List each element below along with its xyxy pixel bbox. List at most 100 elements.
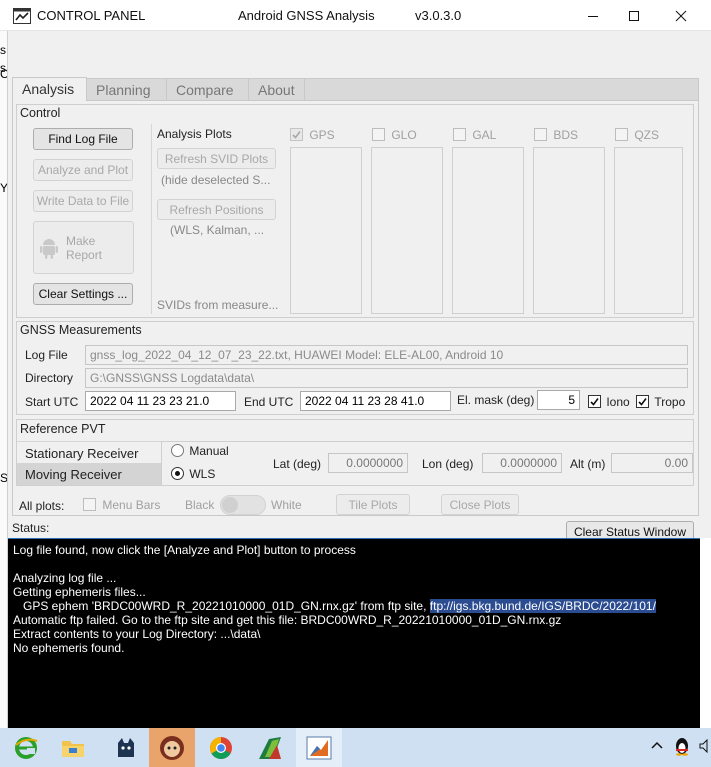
- ie-icon[interactable]: [3, 728, 49, 767]
- tile-plots-button[interactable]: Tile Plots: [336, 494, 410, 515]
- gal-label: GAL: [472, 128, 497, 142]
- gal-svid-list[interactable]: [452, 147, 524, 314]
- bg-text: Y: [0, 181, 8, 195]
- directory-label: Directory: [25, 371, 74, 385]
- menu-bars-checkbox[interactable]: Menu Bars: [83, 498, 160, 514]
- manual-label: Manual: [189, 443, 229, 458]
- write-data-button[interactable]: Write Data to File: [33, 190, 133, 212]
- excel-icon[interactable]: [247, 728, 293, 767]
- gnss-measurements-title: GNSS Measurements: [20, 323, 142, 337]
- qzs-label: QZS: [634, 128, 660, 142]
- lat-label: Lat (deg): [273, 457, 322, 471]
- tab-compare[interactable]: Compare: [166, 78, 249, 100]
- window-title-center: Android GNSS Analysis: [238, 8, 375, 23]
- end-utc-field[interactable]: 2022 04 11 23 28 41.0: [300, 391, 451, 411]
- moving-receiver-tab[interactable]: Moving Receiver: [17, 463, 161, 485]
- manual-radio[interactable]: Manual: [171, 443, 229, 458]
- find-log-file-button[interactable]: Find Log File: [33, 128, 133, 150]
- app-icon: [13, 8, 31, 24]
- chrome-icon[interactable]: [198, 728, 244, 767]
- lon-field[interactable]: 0.0000000: [482, 453, 562, 473]
- control-panel-title: Control: [20, 106, 61, 120]
- tropo-checkbox[interactable]: Tropo: [636, 395, 685, 411]
- gps-check-icon: [290, 128, 303, 141]
- gps-svid-list[interactable]: [290, 147, 362, 314]
- menu-bars-check-icon: [83, 498, 96, 511]
- lat-field[interactable]: 0.0000000: [328, 453, 408, 473]
- iono-checkbox[interactable]: Iono: [588, 395, 630, 411]
- status-line: Extract contents to your Log Directory: …: [13, 627, 261, 641]
- maximize-button[interactable]: [611, 0, 657, 31]
- qzs-checkbox[interactable]: QZS: [615, 128, 659, 144]
- bds-checkbox[interactable]: BDS: [534, 128, 578, 144]
- directory-field[interactable]: G:\GNSS\GNSS Logdata\data\: [85, 368, 688, 388]
- window-title-left: CONTROL PANEL: [37, 8, 146, 23]
- close-button[interactable]: [658, 0, 704, 31]
- stationary-receiver-tab[interactable]: Stationary Receiver: [17, 441, 161, 463]
- bg-text: C: [0, 67, 8, 81]
- iono-label: Iono: [606, 395, 630, 409]
- cat-app-icon[interactable]: [103, 728, 149, 767]
- chevron-up-icon[interactable]: [650, 738, 664, 755]
- tab-planning[interactable]: Planning: [86, 78, 167, 100]
- refresh-positions-button[interactable]: Refresh Positions: [157, 199, 276, 220]
- status-line: GPS ephem 'BRDC00WRD_R_20221010000_01D_G…: [13, 599, 430, 613]
- version-label: v3.0.3.0: [415, 8, 462, 23]
- end-utc-label: End UTC: [244, 395, 294, 409]
- menu-bars-label: Menu Bars: [102, 498, 161, 512]
- refresh-svid-plots-button[interactable]: Refresh SVID Plots: [157, 148, 276, 169]
- tab-about[interactable]: About: [248, 78, 305, 100]
- speaker-icon[interactable]: [699, 738, 711, 756]
- wls-radio[interactable]: WLS: [171, 466, 215, 481]
- tab-analysis[interactable]: Analysis: [12, 77, 87, 101]
- glo-check-icon: [372, 128, 385, 141]
- theme-toggle[interactable]: [220, 495, 266, 515]
- all-plots-label: All plots:: [19, 499, 65, 513]
- black-label: Black: [185, 498, 215, 512]
- gal-check-icon: [453, 128, 466, 141]
- status-line: [13, 557, 695, 571]
- analyze-and-plot-button[interactable]: Analyze and Plot: [33, 159, 133, 181]
- gps-label: GPS: [309, 128, 335, 142]
- clear-settings-button[interactable]: Clear Settings ...: [33, 283, 133, 305]
- log-file-label: Log File: [25, 348, 68, 362]
- bds-check-icon: [534, 128, 547, 141]
- close-plots-button[interactable]: Close Plots: [441, 494, 519, 515]
- wls-label: WLS: [189, 466, 216, 481]
- ftp-link[interactable]: ftp://igs.bkg.bund.de/IGS/BRDC/2022/101/: [429, 599, 656, 613]
- toggle-knob: [222, 497, 238, 513]
- iono-check-icon: [588, 395, 601, 408]
- bds-label: BDS: [553, 128, 579, 142]
- matlab-icon[interactable]: [296, 728, 342, 767]
- file-explorer-icon[interactable]: [50, 728, 96, 767]
- alt-field[interactable]: 0.00: [611, 453, 693, 473]
- minimize-button[interactable]: [570, 0, 616, 31]
- start-utc-field[interactable]: 2022 04 11 23 23 21.0: [85, 391, 236, 411]
- analysis-plots-title: Analysis Plots: [157, 127, 232, 141]
- status-line: No ephemeris found.: [13, 641, 125, 655]
- qq-penguin-icon[interactable]: [673, 736, 691, 759]
- status-label: Status:: [12, 521, 50, 535]
- make-report-button[interactable]: Make Report: [33, 221, 134, 274]
- wls-kalman-note: (WLS, Kalman, ...: [170, 223, 265, 237]
- status-console[interactable]: Log file found, now click the [Analyze a…: [8, 538, 700, 728]
- gal-checkbox[interactable]: GAL: [453, 128, 496, 144]
- bg-text: s,: [0, 43, 7, 57]
- glo-svid-list[interactable]: [371, 147, 443, 314]
- status-line: Getting ephemeris files...: [13, 585, 146, 599]
- avatar-app-icon[interactable]: [149, 728, 195, 767]
- log-file-field[interactable]: gnss_log_2022_04_12_07_23_22.txt, HUAWEI…: [85, 345, 688, 365]
- gps-checkbox[interactable]: GPS: [290, 128, 335, 144]
- tab-strip-filler: [304, 78, 699, 100]
- make-report-label: Make Report: [66, 233, 103, 262]
- el-mask-field[interactable]: 5: [537, 390, 580, 410]
- qzs-svid-list[interactable]: [614, 147, 683, 314]
- tropo-label: Tropo: [654, 395, 686, 409]
- bds-svid-list[interactable]: [533, 147, 605, 314]
- reference-pvt-title: Reference PVT: [20, 422, 106, 436]
- status-line: Analyzing log file ...: [13, 571, 117, 585]
- svids-from-measurements-note: SVIDs from measure...: [157, 298, 279, 312]
- glo-label: GLO: [391, 128, 417, 142]
- glo-checkbox[interactable]: GLO: [372, 128, 417, 144]
- hide-deselected-note: (hide deselected S...: [161, 173, 271, 187]
